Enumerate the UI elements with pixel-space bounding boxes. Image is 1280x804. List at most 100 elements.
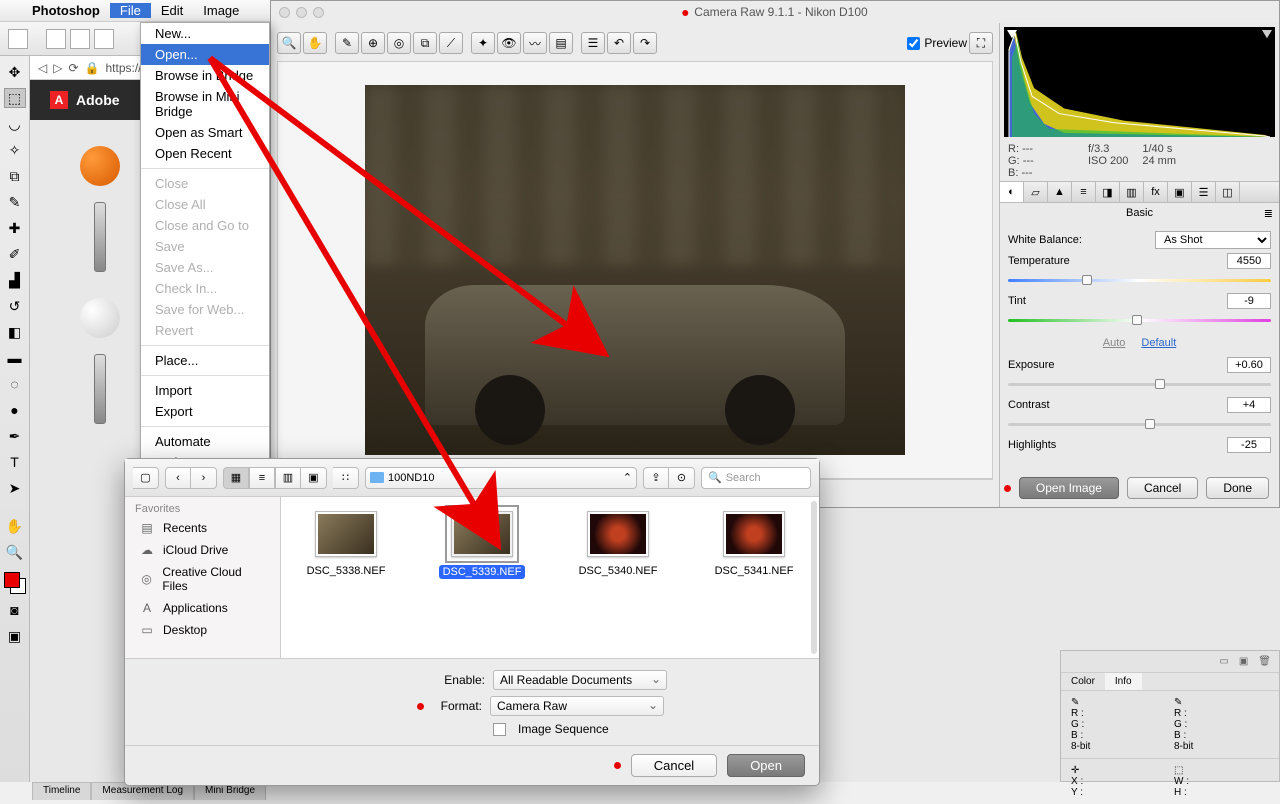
prefs-icon[interactable]: ☰ xyxy=(581,32,605,54)
tab-hsl-icon[interactable]: ≡ xyxy=(1072,182,1096,202)
target-adj-icon[interactable]: ◎ xyxy=(387,32,411,54)
default-link[interactable]: Default xyxy=(1141,337,1176,349)
tab-lens-icon[interactable]: ▥ xyxy=(1120,182,1144,202)
menu-image[interactable]: Image xyxy=(193,3,249,18)
window-max-icon[interactable] xyxy=(313,7,324,18)
fullscreen-icon[interactable]: ⛶ xyxy=(969,32,993,54)
tab-info[interactable]: Info xyxy=(1105,673,1142,690)
redeye-icon[interactable]: 👁 xyxy=(497,32,521,54)
color-swatch[interactable] xyxy=(4,572,26,594)
forward-button[interactable]: › xyxy=(191,467,217,489)
exposure-slider[interactable] xyxy=(1008,377,1271,391)
menu-check-in[interactable]: Check In... xyxy=(141,278,269,299)
sidebar-applications[interactable]: AApplications xyxy=(125,597,280,619)
menu-browse-bridge[interactable]: Browse in Bridge xyxy=(141,65,269,86)
folder-path[interactable]: 100ND10⌃ xyxy=(365,467,637,489)
marquee-tool-icon[interactable]: ⬚ xyxy=(4,88,26,108)
done-button[interactable]: Done xyxy=(1206,477,1269,499)
sidebar-icloud[interactable]: ☁iCloud Drive xyxy=(125,539,280,561)
eyedropper-icon[interactable]: ✎ xyxy=(1071,697,1079,708)
menu-revert[interactable]: Revert xyxy=(141,320,269,341)
menu-open-recent[interactable]: Open Recent xyxy=(141,143,269,164)
contrast-slider[interactable] xyxy=(1008,417,1271,431)
hand-icon[interactable]: ✋ xyxy=(303,32,327,54)
grad-filter-icon[interactable]: ▤ xyxy=(549,32,573,54)
panel-menu-icon[interactable]: ≣ xyxy=(1264,207,1273,220)
temp-value[interactable]: 4550 xyxy=(1227,253,1271,269)
auto-link[interactable]: Auto xyxy=(1103,337,1126,349)
wand-tool-icon[interactable]: ✧ xyxy=(4,140,26,160)
temp-slider[interactable] xyxy=(1008,273,1271,287)
dodge-tool-icon[interactable]: ● xyxy=(4,400,26,420)
crop-icon[interactable]: ⧉ xyxy=(413,32,437,54)
window-close-icon[interactable] xyxy=(279,7,290,18)
folder-icon[interactable]: ▭ xyxy=(1219,656,1228,667)
file-item[interactable]: DSC_5340.NEF xyxy=(563,511,673,577)
scrollbar[interactable] xyxy=(811,501,817,654)
tab-curve-icon[interactable]: ▱ xyxy=(1024,182,1048,202)
heal-tool-icon[interactable]: ✚ xyxy=(4,218,26,238)
menu-save-as[interactable]: Save As... xyxy=(141,257,269,278)
screenmode-icon[interactable]: ▣ xyxy=(4,626,26,646)
tint-slider[interactable] xyxy=(1008,313,1271,327)
stamp-tool-icon[interactable]: ▟ xyxy=(4,270,26,290)
wb-tool-icon[interactable]: ✎ xyxy=(335,32,359,54)
menu-export[interactable]: Export xyxy=(141,401,269,422)
quickmask-icon[interactable]: ◙ xyxy=(4,600,26,620)
dialog-open-button[interactable]: Open xyxy=(727,754,805,777)
blur-tool-icon[interactable]: ◌ xyxy=(4,374,26,394)
menu-automate[interactable]: Automate xyxy=(141,431,269,452)
sidebar-recents[interactable]: ▤Recents xyxy=(125,517,280,539)
menu-save-web[interactable]: Save for Web... xyxy=(141,299,269,320)
wb-select[interactable]: As Shot xyxy=(1155,231,1271,249)
sidebar-desktop[interactable]: ▭Desktop xyxy=(125,619,280,641)
contrast-value[interactable]: +4 xyxy=(1227,397,1271,413)
enable-select[interactable]: All Readable Documents xyxy=(493,670,667,690)
view -gallery-icon[interactable]: ▣ xyxy=(301,467,327,489)
exposure-value[interactable]: +0.60 xyxy=(1227,357,1271,373)
tab-color[interactable]: Color xyxy=(1061,673,1105,690)
eraser-tool-icon[interactable]: ◧ xyxy=(4,322,26,342)
group-icon[interactable]: ∷ xyxy=(333,467,359,489)
lasso-tool-icon[interactable]: ◡ xyxy=(4,114,26,134)
file-item[interactable]: DSC_5341.NEF xyxy=(699,511,809,577)
sidebar-toggle-icon[interactable]: ▢ xyxy=(133,467,159,489)
share-icon[interactable]: ⇪ xyxy=(643,467,669,489)
zoom-tool-icon[interactable]: 🔍 xyxy=(4,542,26,562)
tab-camera-icon[interactable]: ▣ xyxy=(1168,182,1192,202)
marquee-icon[interactable] xyxy=(8,29,28,49)
menu-close-all[interactable]: Close All xyxy=(141,194,269,215)
menu-new[interactable]: New... xyxy=(141,23,269,44)
brush-tool-icon[interactable]: ✐ xyxy=(4,244,26,264)
tags-icon[interactable]: ⊙ xyxy=(669,467,695,489)
highlights-value[interactable]: -25 xyxy=(1227,437,1271,453)
open-image-button[interactable]: Open Image xyxy=(1019,477,1119,499)
move-tool-icon[interactable]: ✥ xyxy=(4,62,26,82)
menu-import[interactable]: Import xyxy=(141,380,269,401)
tab-split-icon[interactable]: ◨ xyxy=(1096,182,1120,202)
sidebar-cc[interactable]: ◎Creative Cloud Files xyxy=(125,561,280,597)
opt-2[interactable] xyxy=(70,29,90,49)
window-min-icon[interactable] xyxy=(296,7,307,18)
search-field[interactable]: 🔍Search xyxy=(701,467,811,489)
crop-tool-icon[interactable]: ⧉ xyxy=(4,166,26,186)
tint-value[interactable]: -9 xyxy=(1227,293,1271,309)
type-tool-icon[interactable]: T xyxy=(4,452,26,472)
format-select[interactable]: Camera Raw xyxy=(490,696,664,716)
tab-detail-icon[interactable]: ▲ xyxy=(1048,182,1072,202)
menu-open[interactable]: Open... xyxy=(141,44,269,65)
gradient-tool-icon[interactable]: ▬ xyxy=(4,348,26,368)
opt-3[interactable] xyxy=(94,29,114,49)
menu-open-smart[interactable]: Open as Smart xyxy=(141,122,269,143)
menu-file[interactable]: File xyxy=(110,3,151,18)
menu-app[interactable]: Photoshop xyxy=(22,3,110,18)
menu-close[interactable]: Close xyxy=(141,173,269,194)
tab-basic-icon[interactable]: ◐ xyxy=(1000,182,1024,202)
history-brush-icon[interactable]: ↺ xyxy=(4,296,26,316)
hand-tool-icon[interactable]: ✋ xyxy=(4,516,26,536)
camera-icon[interactable]: ▣ xyxy=(1239,656,1248,667)
file-item[interactable]: DSC_5338.NEF xyxy=(291,511,401,577)
preview-checkbox[interactable]: Preview xyxy=(907,36,967,50)
zoom-icon[interactable]: 🔍 xyxy=(277,32,301,54)
tab-fx-icon[interactable]: fx xyxy=(1144,182,1168,202)
